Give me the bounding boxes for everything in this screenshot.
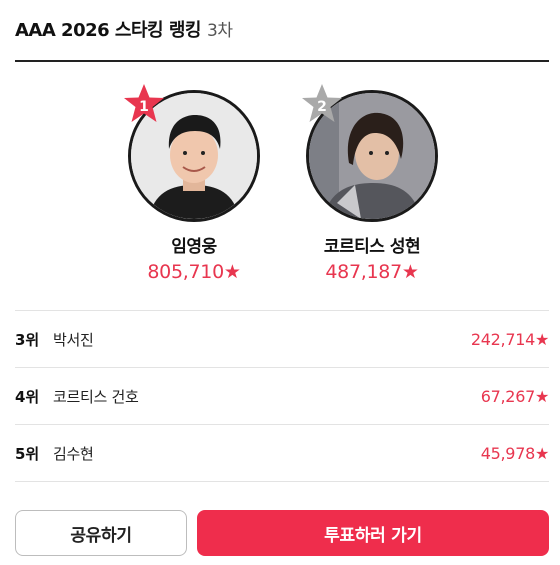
rank-2-star-icon: 2 <box>300 82 344 126</box>
ranking-row[interactable]: 3위 박서진 242,714★ <box>15 310 549 367</box>
vote-count: 67,267★ <box>480 386 550 406</box>
list-divider <box>15 481 549 482</box>
podium-votes: 805,710★ <box>147 261 241 283</box>
artist-name: 박서진 <box>53 330 94 349</box>
artist-name: 김수현 <box>53 444 94 463</box>
rank-label: 4위 <box>15 387 40 406</box>
rank-number: 2 <box>317 99 327 115</box>
page-title: AAA 2026 스타킹 랭킹 <box>15 20 202 41</box>
podium-name: 임영웅 <box>171 237 217 257</box>
podium-votes: 487,187★ <box>325 261 419 283</box>
vote-count: 242,714★ <box>470 329 549 349</box>
rank-number: 1 <box>139 99 149 115</box>
header-divider <box>15 60 549 62</box>
artist-name: 코르티스 건호 <box>53 387 139 406</box>
ranking-row[interactable]: 4위 코르티스 건호 67,267★ <box>15 367 549 424</box>
avatar-wrap: 2 <box>302 84 438 222</box>
page-header: AAA 2026 스타킹 랭킹 3차 <box>15 16 233 42</box>
ranking-list: 3위 박서진 242,714★ 4위 코르티스 건호 67,267★ 5위 김수… <box>15 310 549 482</box>
rank-label: 5위 <box>15 444 40 463</box>
podium-first[interactable]: 1 임영웅 805,710★ <box>124 84 264 283</box>
rank-label: 3위 <box>15 330 40 349</box>
vote-count: 45,978★ <box>480 443 550 463</box>
avatar-wrap: 1 <box>124 84 260 222</box>
round-label: 3차 <box>207 21 233 41</box>
rank-1-star-icon: 1 <box>122 82 166 126</box>
podium-name: 코르티스 성현 <box>323 237 421 257</box>
podium-second[interactable]: 2 코르티스 성현 487,187★ <box>302 84 442 283</box>
vote-button[interactable]: 투표하러 가기 <box>197 510 549 556</box>
share-button[interactable]: 공유하기 <box>15 510 187 556</box>
ranking-row[interactable]: 5위 김수현 45,978★ <box>15 424 549 481</box>
